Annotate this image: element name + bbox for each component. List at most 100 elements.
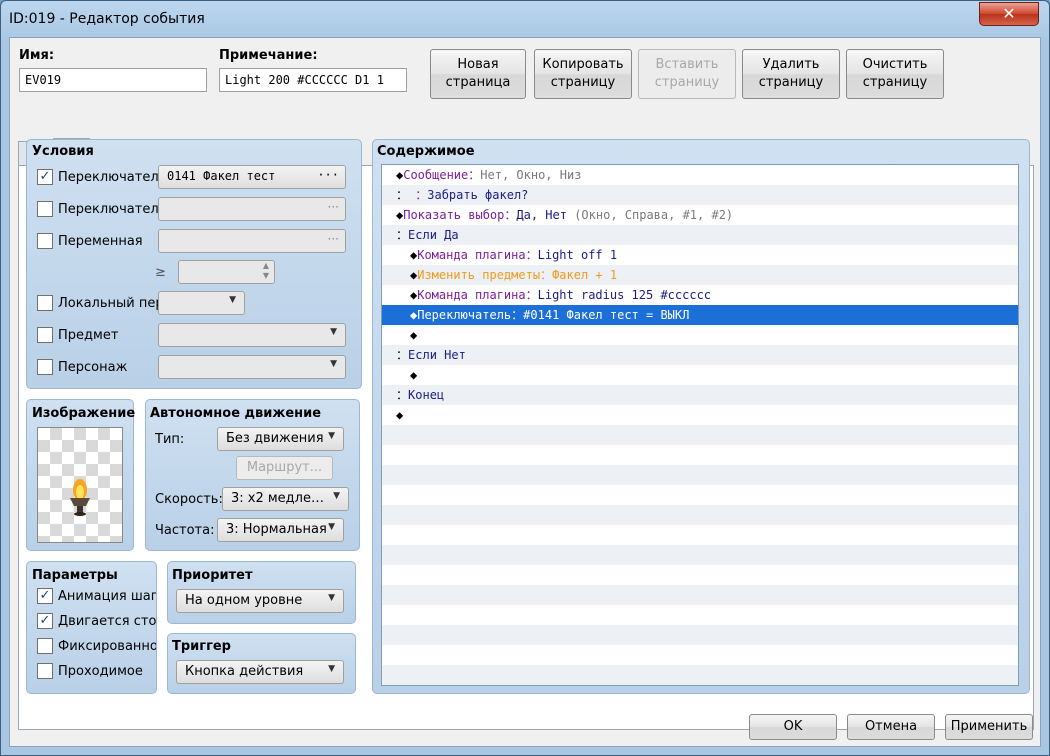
chevron-down-icon: ▼ bbox=[328, 593, 335, 603]
command-sep: ： bbox=[408, 188, 428, 202]
priority-dropdown[interactable]: На одном уровне ▼ bbox=[176, 589, 344, 613]
chevron-down-icon: ▼ bbox=[330, 327, 337, 337]
variable-value-spinner[interactable]: ▲ ▼ bbox=[178, 260, 275, 284]
command-row[interactable] bbox=[382, 565, 1018, 585]
command-row[interactable] bbox=[382, 485, 1018, 505]
autonomous-movement-title: Автономное движение bbox=[150, 406, 322, 421]
switch1-ellipsis-icon[interactable]: ··· bbox=[317, 168, 339, 182]
switch1-selector[interactable]: 0141 Факел тест ··· bbox=[158, 165, 346, 189]
command-sep: ： bbox=[540, 268, 553, 282]
switch2-selector[interactable]: ··· bbox=[158, 197, 346, 221]
trigger-title: Триггер bbox=[172, 639, 231, 654]
apply-button[interactable]: Применить bbox=[945, 714, 1033, 740]
switch2-checkbox[interactable] bbox=[37, 201, 53, 217]
self-switch-dropdown[interactable]: ▼ bbox=[158, 291, 245, 315]
command-row[interactable] bbox=[382, 445, 1018, 465]
command-row[interactable]: ◆Показать выбор：Да, Нет (Окно, Справа, #… bbox=[382, 205, 1018, 225]
switch2-label: Переключатель bbox=[58, 202, 158, 217]
command-row[interactable] bbox=[382, 465, 1018, 485]
command-marker: ： bbox=[396, 188, 409, 202]
ok-button[interactable]: OK bbox=[749, 714, 837, 740]
command-args: Да, Нет bbox=[516, 208, 567, 222]
command-row[interactable]: ： ：Забрать факел? bbox=[382, 185, 1018, 205]
command-row[interactable] bbox=[382, 545, 1018, 565]
name-field[interactable]: EV019 bbox=[19, 68, 207, 92]
route-button[interactable]: Маршрут... bbox=[236, 456, 333, 480]
new-page-button[interactable]: Новая страница bbox=[430, 49, 526, 99]
title-bar[interactable]: ID:019 - Редактор события ✕ bbox=[1, 1, 1049, 37]
variable-selector[interactable]: ··· bbox=[158, 229, 346, 253]
command-row[interactable]: ：Если Нет bbox=[382, 345, 1018, 365]
command-row[interactable]: ◆ bbox=[382, 365, 1018, 385]
clear-page-label-line2: страницу bbox=[862, 75, 928, 90]
frequency-dropdown[interactable]: 3: Нормальная ▼ bbox=[217, 518, 344, 542]
command-row[interactable]: ◆ bbox=[382, 325, 1018, 345]
command-cmd: Конец bbox=[408, 388, 445, 402]
options-title: Параметры bbox=[32, 568, 118, 583]
command-row[interactable] bbox=[382, 505, 1018, 525]
command-row[interactable]: ◆ bbox=[382, 405, 1018, 425]
direction-fix-checkbox[interactable] bbox=[37, 638, 53, 654]
command-row[interactable] bbox=[382, 665, 1018, 685]
command-row[interactable]: ◆Сообщение：Нет, Окно, Низ bbox=[382, 165, 1018, 185]
window-title: ID:019 - Редактор события bbox=[9, 11, 205, 27]
note-field[interactable]: Light 200 #CCCCCC D1 1 bbox=[219, 68, 407, 92]
priority-value: На одном уровне bbox=[185, 593, 303, 608]
command-extra: (Окно, Справа, #1, #2) bbox=[566, 208, 734, 222]
frequency-label: Частота: bbox=[155, 523, 215, 538]
trigger-dropdown[interactable]: Кнопка действия ▼ bbox=[176, 660, 344, 684]
variable-checkbox[interactable] bbox=[37, 233, 53, 249]
new-page-label-line1: Новая bbox=[457, 57, 499, 72]
copy-page-button[interactable]: Копировать страницу bbox=[534, 49, 632, 99]
command-row[interactable]: ：Конец bbox=[382, 385, 1018, 405]
chevron-down-icon: ▼ bbox=[328, 431, 335, 441]
note-label: Примечание: bbox=[219, 48, 318, 63]
delete-page-label-line1: Удалить bbox=[762, 57, 820, 72]
command-row[interactable] bbox=[382, 425, 1018, 445]
through-checkbox[interactable] bbox=[37, 663, 53, 679]
item-checkbox[interactable] bbox=[37, 327, 53, 343]
through-label: Проходимое bbox=[58, 664, 143, 679]
command-row[interactable]: ◆Команда плагина：Light radius 125 #ccccc… bbox=[382, 285, 1018, 305]
movement-type-dropdown[interactable]: Без движения ▼ bbox=[217, 427, 344, 451]
copy-page-label-line1: Копировать bbox=[542, 57, 624, 72]
item-dropdown[interactable]: ▼ bbox=[158, 323, 346, 347]
switch1-label: Переключатель bbox=[58, 170, 158, 185]
self-switch-label: Локальный пер bbox=[58, 296, 158, 311]
walking-anim-checkbox[interactable]: ✓ bbox=[37, 588, 53, 604]
command-rows: ◆Сообщение：Нет, Окно, Низ： ：Забрать факе… bbox=[382, 165, 1018, 685]
command-row[interactable] bbox=[382, 585, 1018, 605]
command-row[interactable] bbox=[382, 525, 1018, 545]
command-row[interactable]: ◆Изменить предметы：Факел + 1 bbox=[382, 265, 1018, 285]
event-editor-window: ID:019 - Редактор события ✕ Имя: EV019 П… bbox=[0, 0, 1050, 756]
command-marker: ◆ bbox=[396, 408, 404, 422]
actor-dropdown[interactable]: ▼ bbox=[158, 355, 346, 379]
clear-page-label-line1: Очистить bbox=[862, 57, 928, 72]
event-command-list[interactable]: ◆Сообщение：Нет, Окно, Низ： ：Забрать факе… bbox=[381, 164, 1019, 686]
cancel-button[interactable]: Отмена bbox=[847, 714, 935, 740]
variable-ellipsis-icon[interactable]: ··· bbox=[328, 232, 339, 246]
command-marker: ◆ bbox=[410, 328, 418, 342]
switch2-ellipsis-icon[interactable]: ··· bbox=[328, 200, 339, 214]
clear-page-button[interactable]: Очистить страницу bbox=[846, 49, 944, 99]
delete-page-button[interactable]: Удалить страницу bbox=[742, 49, 840, 99]
paste-page-button[interactable]: Вставить страницу bbox=[638, 49, 736, 99]
self-switch-checkbox[interactable] bbox=[37, 295, 53, 311]
contents-title: Содержимое bbox=[377, 144, 475, 159]
command-row[interactable]: ◆Переключатель：#0141 Факел тест = ВЫКЛ bbox=[382, 304, 1018, 326]
spinner-arrows-icon[interactable]: ▲ ▼ bbox=[263, 261, 269, 281]
event-image-preview[interactable] bbox=[37, 427, 123, 543]
command-row[interactable] bbox=[382, 605, 1018, 625]
actor-checkbox[interactable] bbox=[37, 359, 53, 375]
stepping-anim-checkbox[interactable]: ✓ bbox=[37, 613, 53, 629]
close-button[interactable]: ✕ bbox=[979, 2, 1039, 26]
command-row[interactable]: ：Если Да bbox=[382, 225, 1018, 245]
speed-dropdown[interactable]: 3: x2 медле… ▼ bbox=[222, 487, 349, 511]
command-row[interactable] bbox=[382, 625, 1018, 645]
switch1-checkbox[interactable]: ✓ bbox=[37, 169, 53, 185]
command-row[interactable]: ◆Команда плагина：Light off 1 bbox=[382, 245, 1018, 265]
command-args: Light radius 125 #cccccc bbox=[537, 288, 712, 302]
greater-equal-symbol: ≥ bbox=[155, 265, 166, 280]
command-sep: ： bbox=[504, 208, 517, 222]
command-row[interactable] bbox=[382, 645, 1018, 665]
